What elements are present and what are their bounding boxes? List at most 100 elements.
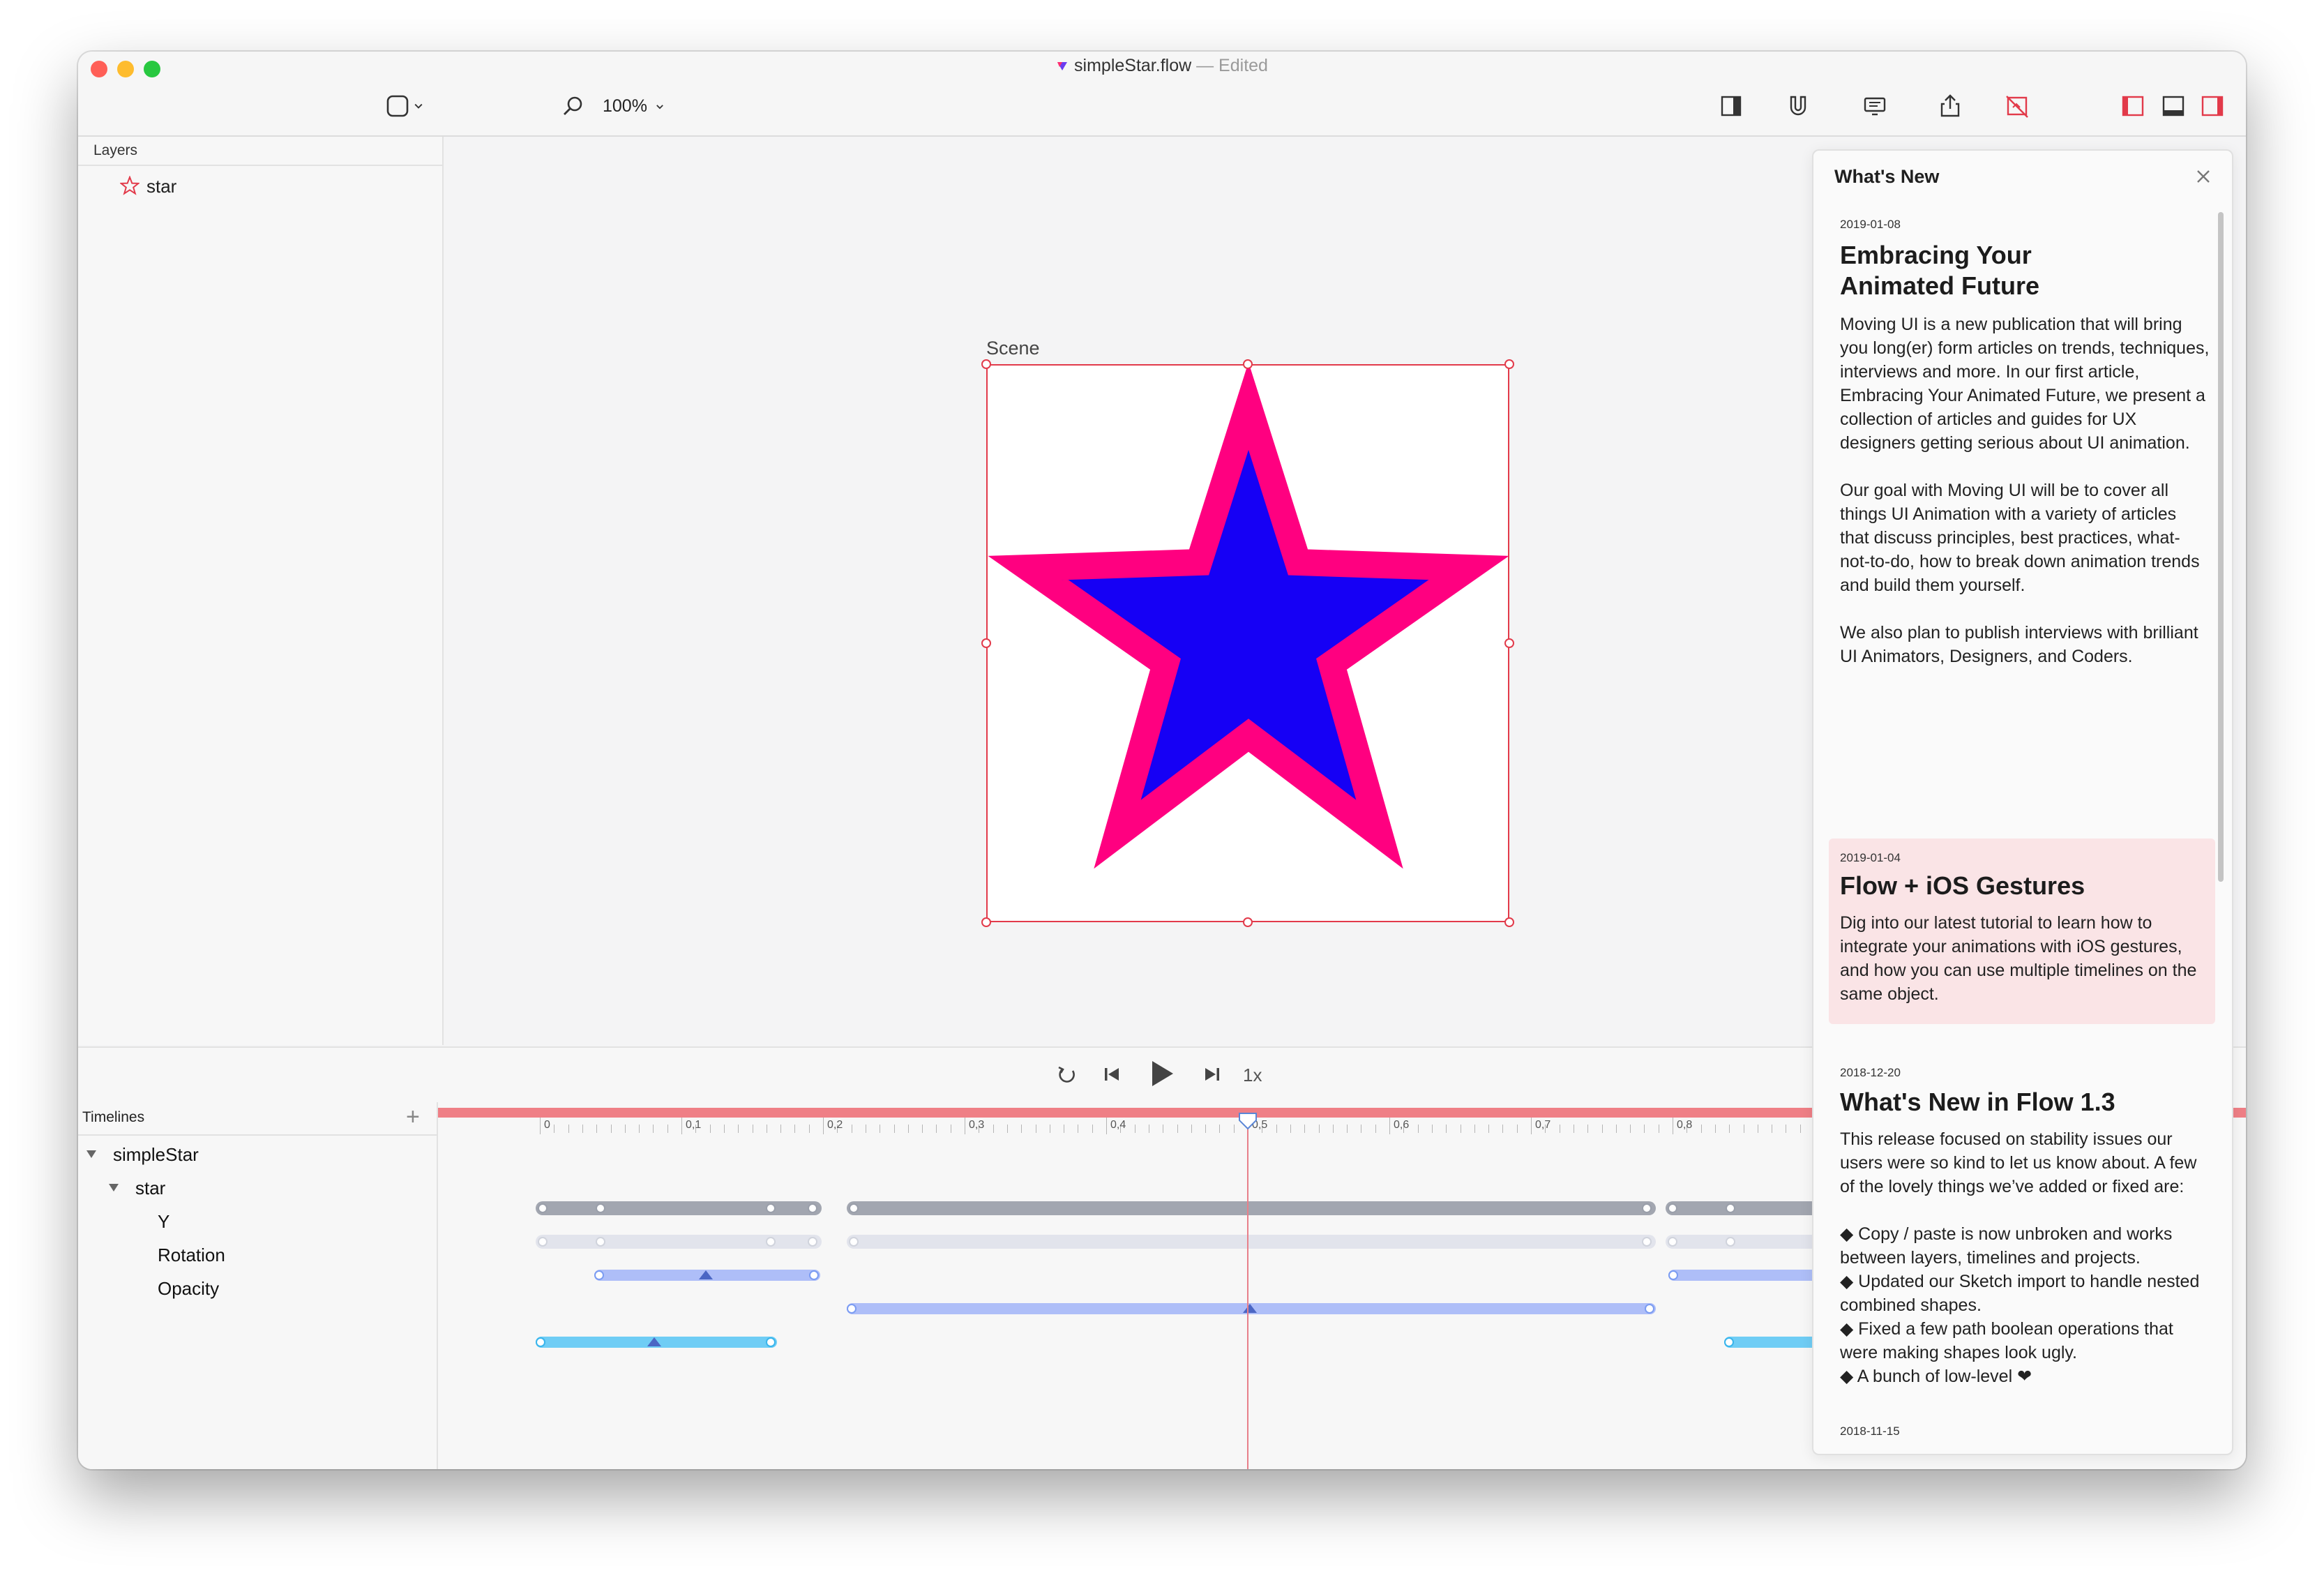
keyframe-dot[interactable]: [849, 1203, 859, 1213]
resize-handle-bottom-right[interactable]: [1504, 917, 1514, 927]
keyframe-dot[interactable]: [849, 1237, 859, 1247]
close-button[interactable]: [2193, 166, 2214, 187]
keyframe-dot[interactable]: [1668, 1270, 1678, 1280]
timeline-row-label[interactable]: simpleStar: [113, 1144, 199, 1166]
keyframe-dot[interactable]: [538, 1203, 548, 1213]
ruler-tick: [596, 1125, 598, 1133]
keyframe-dot[interactable]: [808, 1203, 817, 1213]
keyframe-dot[interactable]: [594, 1270, 604, 1280]
news-article-highlighted[interactable]: 2019-01-04 Flow + iOS Gestures Dig into …: [1829, 839, 2215, 1024]
keyframe-dot[interactable]: [766, 1237, 776, 1247]
keyframe-dot[interactable]: [766, 1337, 776, 1347]
article-heading[interactable]: Embracing Your Animated Future: [1840, 240, 2070, 301]
property-row-label[interactable]: Opacity: [158, 1278, 219, 1300]
playhead-handle-icon[interactable]: [1237, 1112, 1258, 1130]
ruler-tick: [1177, 1125, 1178, 1133]
resize-handle-bottom[interactable]: [1243, 917, 1253, 927]
skip-back-button[interactable]: [1101, 1063, 1123, 1085]
disclosure-triangle-icon[interactable]: [107, 1182, 120, 1194]
bottom-panel-toggle[interactable]: [2159, 92, 2187, 120]
keyframe-dot[interactable]: [1726, 1237, 1735, 1247]
ruler-tick: [1601, 1125, 1603, 1133]
resize-handle-right[interactable]: [1504, 638, 1514, 648]
easing-marker-icon[interactable]: [1243, 1304, 1257, 1313]
keyframe-dot[interactable]: [766, 1203, 776, 1213]
keyframe-dot[interactable]: [808, 1237, 817, 1247]
zoom-level-dropdown[interactable]: 100%: [603, 96, 665, 116]
divider: [78, 1134, 437, 1136]
keyframe-dot[interactable]: [1668, 1203, 1677, 1213]
sidebar-right-icon: [2201, 96, 2224, 116]
keyframe-dot[interactable]: [809, 1270, 819, 1280]
right-panel-toggle[interactable]: [2198, 92, 2226, 120]
shape-tool-chevron-icon[interactable]: [412, 92, 425, 120]
scene-frame[interactable]: [986, 364, 1509, 922]
keyframe-dot[interactable]: [1642, 1237, 1652, 1247]
resize-handle-top-left[interactable]: [981, 359, 991, 369]
chevron-down-icon: [656, 105, 663, 110]
property-row-label[interactable]: Y: [158, 1211, 169, 1233]
playback-speed[interactable]: 1x: [1243, 1065, 1262, 1086]
hide-canvas-button[interactable]: [2003, 92, 2031, 120]
ruler-tick-label: 0,2: [827, 1119, 843, 1131]
share-button[interactable]: [1936, 92, 1964, 120]
ruler-tick: [780, 1125, 782, 1133]
ruler-tick: [639, 1125, 640, 1133]
article-heading[interactable]: What's New in Flow 1.3: [1840, 1087, 2203, 1118]
keyframe-dot[interactable]: [596, 1203, 605, 1213]
ruler-tick: [610, 1125, 612, 1133]
ruler-tick: [1106, 1118, 1107, 1134]
keyframe-dot[interactable]: [538, 1237, 548, 1247]
magnet-button[interactable]: [1784, 92, 1812, 120]
playhead[interactable]: [1239, 1113, 1257, 1469]
keyframe-dot[interactable]: [1645, 1304, 1654, 1314]
timeline-bar[interactable]: [847, 1201, 1656, 1215]
scrollbar[interactable]: [2218, 212, 2224, 882]
ruler-tick: [1714, 1125, 1716, 1133]
ruler-tick: [1205, 1125, 1207, 1133]
toolbar: simpleStar.flow — Edited 100%: [78, 52, 2246, 137]
easing-marker-icon[interactable]: [699, 1270, 713, 1279]
play-button[interactable]: [1145, 1058, 1177, 1090]
keyframe-dot[interactable]: [847, 1304, 857, 1314]
play-icon: [1152, 1061, 1173, 1086]
search-icon[interactable]: [559, 92, 587, 120]
shape-tool-button[interactable]: [384, 92, 412, 120]
resize-handle-bottom-left[interactable]: [981, 917, 991, 927]
loop-button[interactable]: [1055, 1062, 1080, 1087]
keyframe-dot[interactable]: [1642, 1203, 1652, 1213]
timeline-bar[interactable]: [536, 1201, 822, 1215]
preview-button[interactable]: [1861, 92, 1889, 120]
resize-handle-top[interactable]: [1243, 359, 1253, 369]
article-body: This release focused on stability issues…: [1840, 1129, 2200, 1386]
add-timeline-button[interactable]: +: [406, 1104, 420, 1131]
edited-status: — Edited: [1196, 56, 1268, 75]
timeline-bar[interactable]: [536, 1235, 822, 1249]
ruler-tick: [1446, 1125, 1447, 1133]
window-title: simpleStar.flow — Edited: [78, 56, 2246, 76]
keyframe-dot[interactable]: [596, 1237, 605, 1247]
easing-marker-icon[interactable]: [647, 1337, 661, 1346]
timeline-row-label[interactable]: star: [135, 1178, 165, 1199]
disclosure-triangle-icon[interactable]: [85, 1148, 98, 1161]
property-row-label[interactable]: Rotation: [158, 1245, 225, 1266]
layer-item-star[interactable]: star: [120, 173, 427, 201]
article-heading[interactable]: Flow + iOS Gestures: [1840, 871, 2203, 901]
keyframe-dot[interactable]: [1668, 1237, 1677, 1247]
ruler-tick: [993, 1125, 994, 1133]
left-panel-toggle[interactable]: [2119, 92, 2147, 120]
skip-forward-button[interactable]: [1201, 1063, 1223, 1085]
keyframe-dot[interactable]: [536, 1337, 545, 1347]
whats-new-title: What's New: [1834, 166, 1940, 187]
timeline-bar[interactable]: [847, 1235, 1656, 1249]
keyframe-dot[interactable]: [1724, 1337, 1734, 1347]
keyframe-dot[interactable]: [1726, 1203, 1735, 1213]
ruler-tick: [1021, 1125, 1023, 1133]
ruler-tick-label: 0,6: [1394, 1119, 1410, 1131]
resize-handle-left[interactable]: [981, 638, 991, 648]
inspector-toggle-button[interactable]: [1717, 92, 1745, 120]
star-shape[interactable]: [988, 366, 1508, 921]
layer-label: star: [146, 176, 177, 197]
ruler-tick: [1488, 1125, 1490, 1133]
resize-handle-top-right[interactable]: [1504, 359, 1514, 369]
